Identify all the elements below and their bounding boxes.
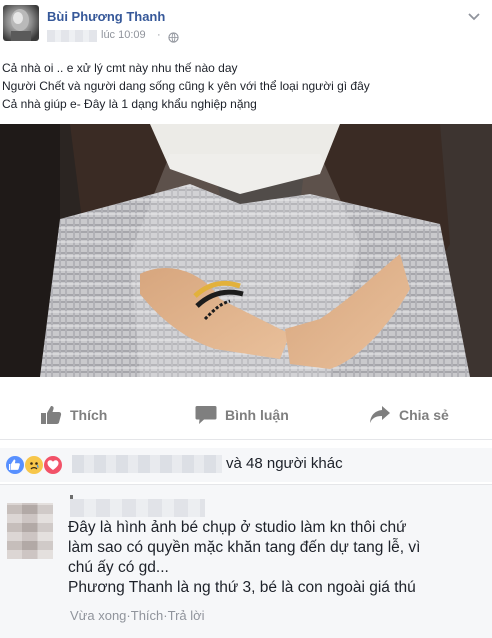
- comment-reply-link[interactable]: Trả lời: [168, 608, 205, 623]
- post-text-line: Người Chết và người dang sống cũng k yên…: [2, 79, 370, 93]
- reactions-bar[interactable]: và 48 người khác: [0, 448, 492, 482]
- post-text: Cả nhà oi .. e xử lý cmt này nhu thế nào…: [2, 59, 482, 113]
- chevron-down-icon[interactable]: [468, 8, 480, 26]
- post-text-line: Cả nhà oi .. e xử lý cmt này nhu thế nào…: [2, 61, 238, 75]
- like-icon: [6, 456, 24, 474]
- comment-like-link[interactable]: Thích: [131, 608, 164, 623]
- globe-icon: [168, 30, 179, 48]
- comment-text: Đây là hình ảnh bé chụp ở studio làm kn …: [68, 518, 488, 598]
- author-name[interactable]: Bùi Phương Thanh: [47, 9, 165, 24]
- thumbs-up-icon: [41, 406, 62, 424]
- comment-button[interactable]: Bình luận: [195, 405, 305, 427]
- action-bar: Thích Bình luận Chia sẻ: [0, 391, 492, 440]
- comment-text-line: chú ấy có gd...: [68, 559, 169, 576]
- comment-text-line: làm sao có quyền mặc khăn tang đến dự ta…: [68, 539, 421, 556]
- reactions-count-text[interactable]: và 48 người khác: [226, 455, 343, 472]
- comment-time[interactable]: Vừa xong: [70, 608, 126, 623]
- post-timestamp[interactable]: lúc 10:09: [101, 29, 146, 41]
- share-icon: [370, 406, 390, 423]
- like-label: Thích: [70, 407, 108, 423]
- post-text-line: Cả nhà giúp e- Đây là 1 dạng khẩu nghiệp…: [2, 97, 257, 111]
- blurred-name: [47, 30, 97, 42]
- post-photo[interactable]: [0, 124, 492, 377]
- meta-separator: ·: [157, 29, 161, 41]
- sad-icon: [25, 456, 43, 474]
- share-button[interactable]: Chia sẻ: [369, 405, 469, 427]
- love-icon: [44, 456, 62, 474]
- blurred-names: [72, 455, 222, 473]
- comment-text-line: Phương Thanh là ng thứ 3, bé là con ngoà…: [68, 579, 416, 596]
- share-label: Chia sẻ: [399, 407, 449, 423]
- comment-label: Bình luận: [225, 407, 289, 423]
- like-button[interactable]: Thích: [40, 405, 130, 427]
- post-meta: lúc 10:09 ·: [47, 29, 267, 43]
- commenter-avatar[interactable]: [7, 503, 53, 559]
- commenter-name-blurred[interactable]: [70, 499, 205, 517]
- comment-meta: Vừa xong · Thích · Trả lời: [70, 608, 205, 623]
- comment-text-line: Đây là hình ảnh bé chụp ở studio làm kn …: [68, 519, 407, 536]
- comment-section: Đây là hình ảnh bé chụp ở studio làm kn …: [0, 484, 492, 638]
- post-header: Bùi Phương Thanh lúc 10:09 ·: [0, 0, 492, 56]
- author-avatar[interactable]: [3, 5, 39, 41]
- comment-icon: [195, 406, 217, 424]
